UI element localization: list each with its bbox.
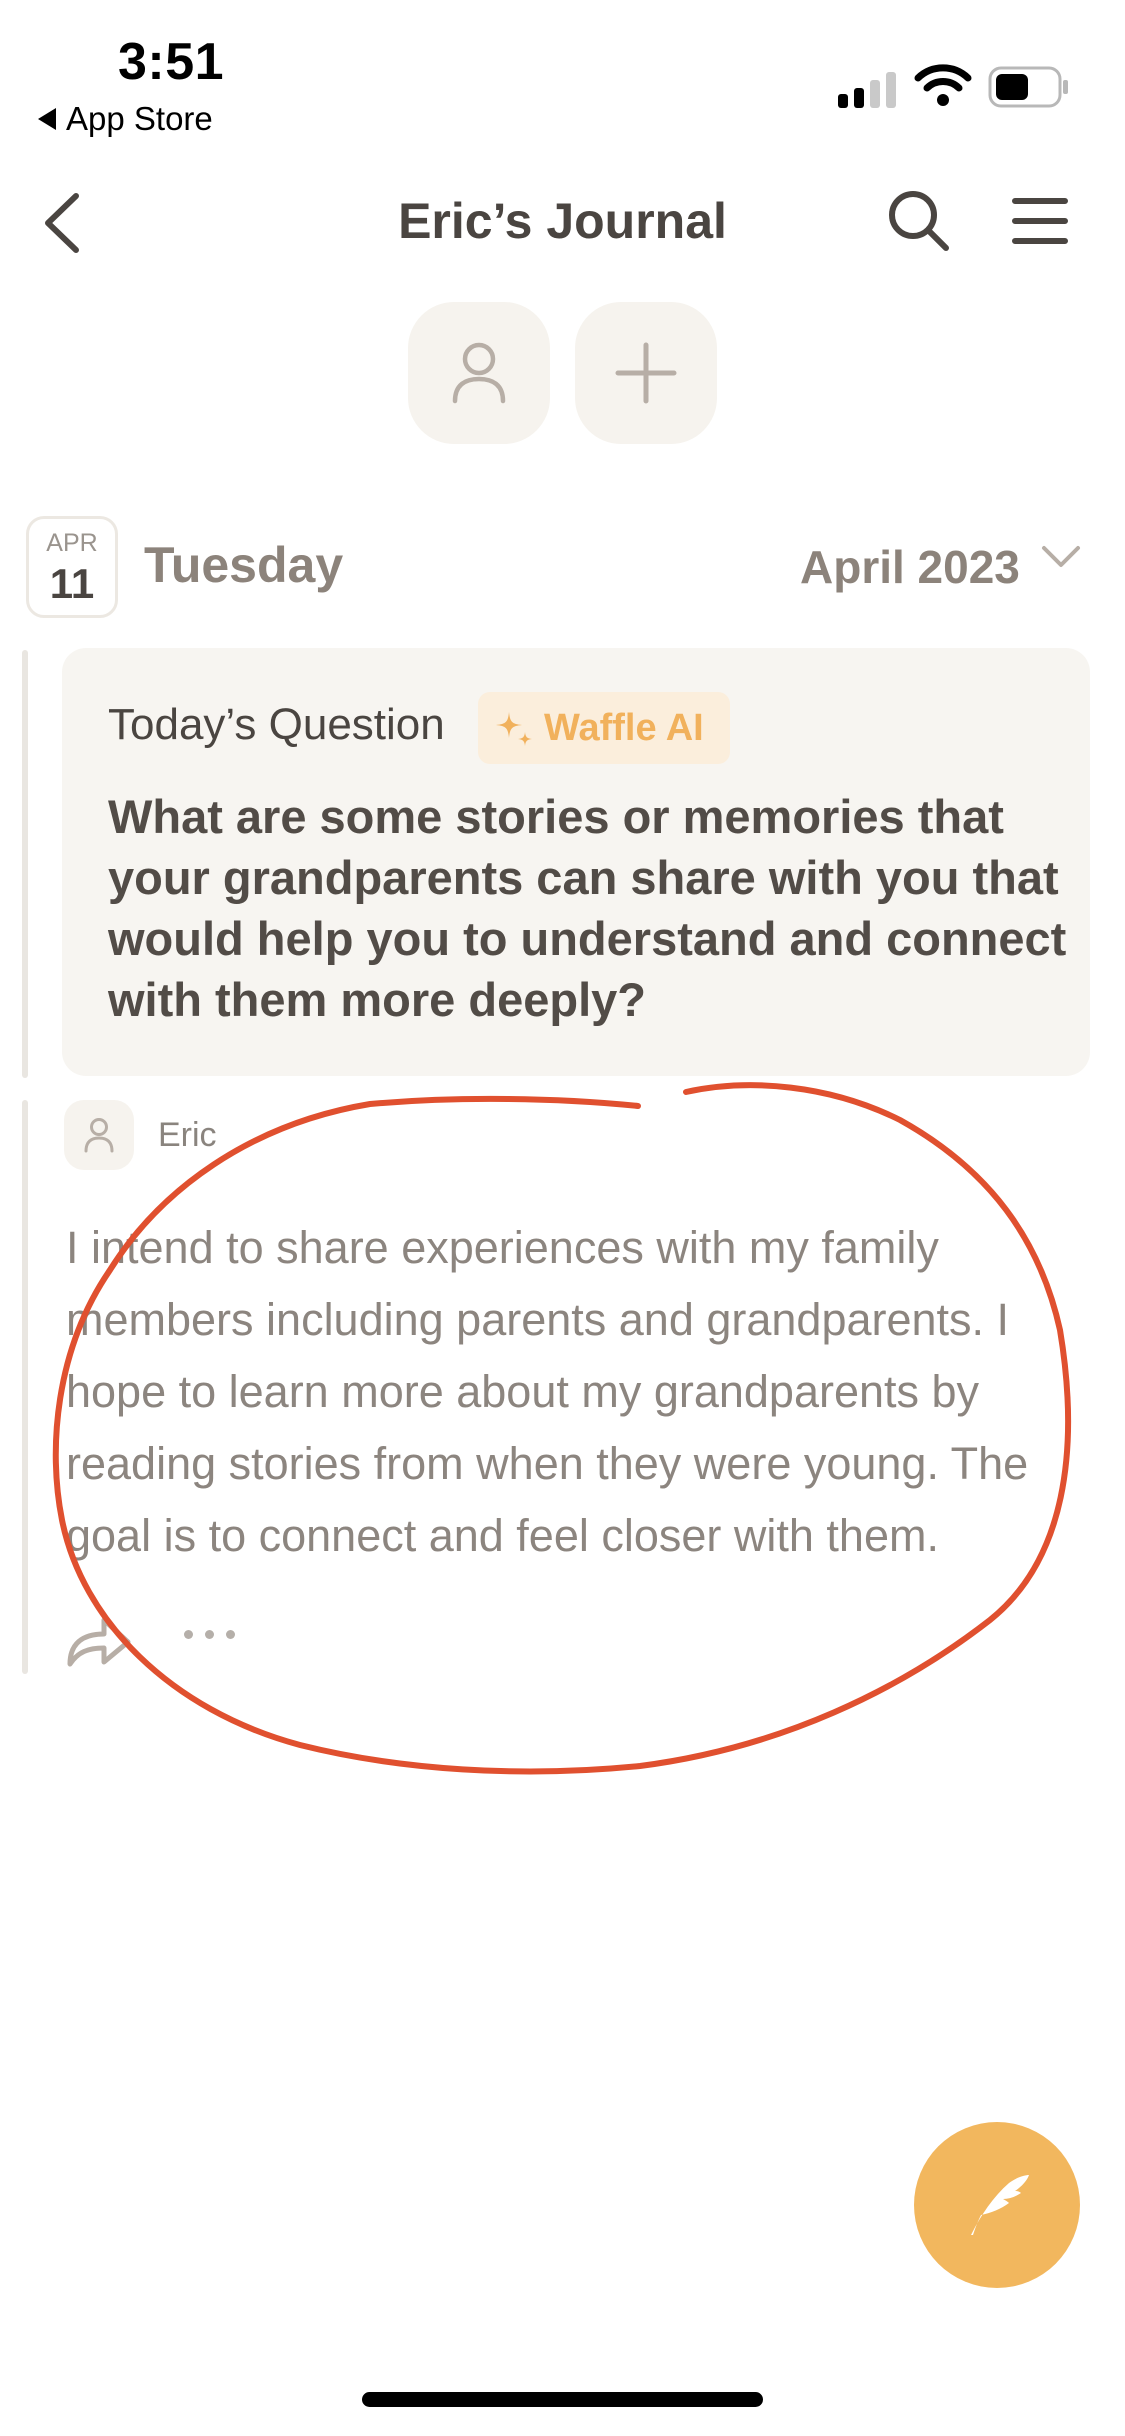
home-indicator: [362, 2392, 763, 2407]
search-button[interactable]: [886, 188, 952, 259]
cellular-signal-icon: [838, 68, 896, 108]
date-month: APR: [46, 529, 98, 557]
feather-icon: [971, 2175, 1029, 2235]
person-icon: [84, 1118, 114, 1153]
hamburger-menu-icon: [1012, 198, 1068, 244]
entry-text[interactable]: I intend to share experiences with my fa…: [66, 1212, 1106, 1572]
timeline-rail: [22, 650, 28, 1078]
date-weekday: Tuesday: [144, 537, 344, 593]
more-options-icon[interactable]: [184, 1630, 235, 1639]
share-arrow-icon: [67, 1617, 131, 1667]
sparkle-icon: [496, 712, 532, 746]
question-text: What are some stories or memories that y…: [108, 790, 1067, 1026]
profile-button[interactable]: [408, 302, 550, 444]
add-entry-button[interactable]: [575, 302, 717, 444]
avatar[interactable]: [64, 1100, 134, 1170]
person-icon: [452, 342, 506, 404]
search-icon: [889, 191, 949, 251]
menu-button[interactable]: [1012, 196, 1068, 251]
question-label: Today’s Question: [108, 700, 445, 749]
plus-icon: [615, 342, 677, 404]
wifi-icon: [914, 64, 972, 113]
page-title: Eric’s Journal: [398, 193, 727, 249]
back-to-app-store[interactable]: App Store: [38, 100, 213, 138]
timeline-rail: [22, 1100, 28, 1674]
share-button[interactable]: [64, 1610, 134, 1673]
status-time: 3:51: [118, 33, 225, 91]
back-app-label: App Store: [66, 100, 213, 137]
ai-badge-label: Waffle AI: [544, 706, 704, 749]
author-name: Eric: [158, 1116, 217, 1154]
back-triangle-icon: [38, 108, 56, 130]
ai-badge: Waffle AI: [478, 692, 730, 764]
month-selector[interactable]: April 2023: [800, 540, 1020, 594]
compose-button[interactable]: [914, 2122, 1080, 2288]
date-day: 11: [49, 560, 95, 607]
chevron-down-icon[interactable]: [1040, 544, 1082, 575]
date-badge: APR 11: [26, 516, 118, 618]
battery-icon: [988, 66, 1070, 113]
